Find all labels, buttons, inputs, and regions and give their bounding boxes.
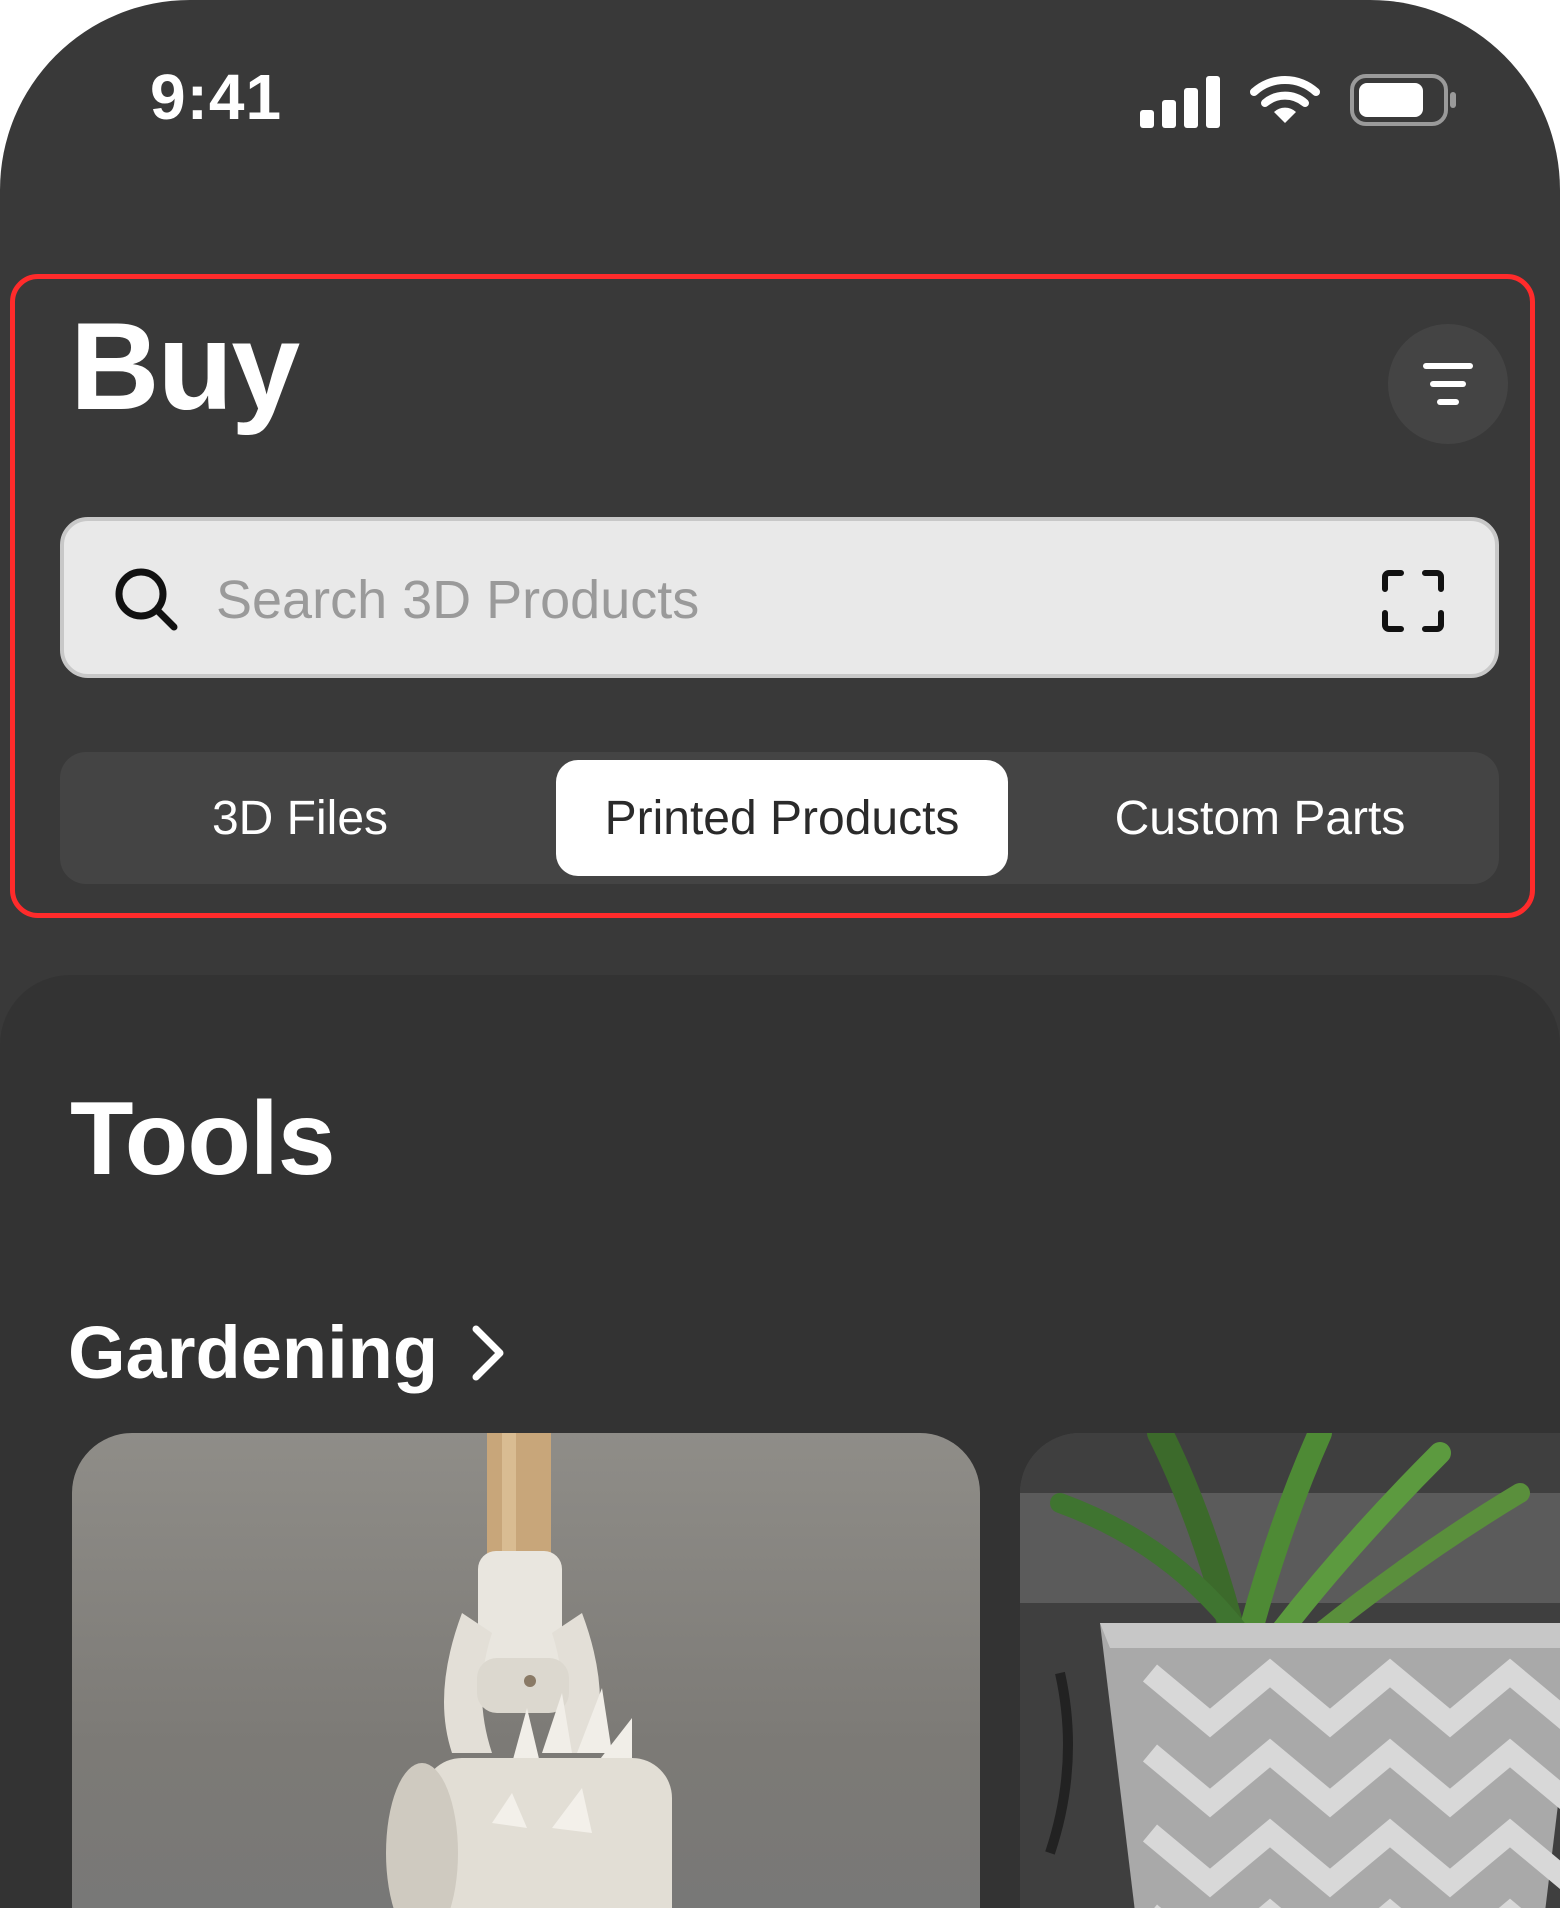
status-time: 9:41: [150, 61, 283, 133]
section-title: Tools: [70, 1081, 336, 1197]
product-card-garden-tool[interactable]: [72, 1433, 980, 1908]
chevron-right-icon: [472, 1325, 504, 1380]
category-link-gardening[interactable]: Gardening: [68, 1310, 508, 1395]
status-icons: [1140, 72, 1460, 128]
tab-custom-parts[interactable]: Custom Parts: [1030, 760, 1490, 876]
search-input[interactable]: [214, 541, 1318, 658]
app-screen: 9:41 Buy Search 3D Products 3D Files Pri…: [0, 0, 1560, 1908]
product-image-garden-tool: [386, 1433, 672, 1908]
filter-button[interactable]: [1388, 324, 1508, 444]
product-image-planter: [1020, 1433, 1560, 1908]
tab-3d-files[interactable]: 3D Files: [70, 760, 530, 876]
product-card-planter[interactable]: [1020, 1433, 1560, 1908]
product-type-tabs: 3D Files Printed Products Custom Parts: [60, 752, 1499, 884]
search-bar[interactable]: [60, 517, 1499, 678]
search-icon: [115, 568, 178, 631]
page-title: Buy: [70, 298, 300, 436]
tab-printed-products[interactable]: Printed Products: [556, 760, 1008, 876]
category-label: Gardening: [68, 1311, 439, 1394]
filter-icon: [1423, 363, 1473, 405]
cellular-signal-icon: [1140, 72, 1220, 128]
battery-icon: [1350, 74, 1456, 126]
wifi-icon: [1250, 76, 1320, 123]
scan-icon[interactable]: [1381, 569, 1445, 633]
